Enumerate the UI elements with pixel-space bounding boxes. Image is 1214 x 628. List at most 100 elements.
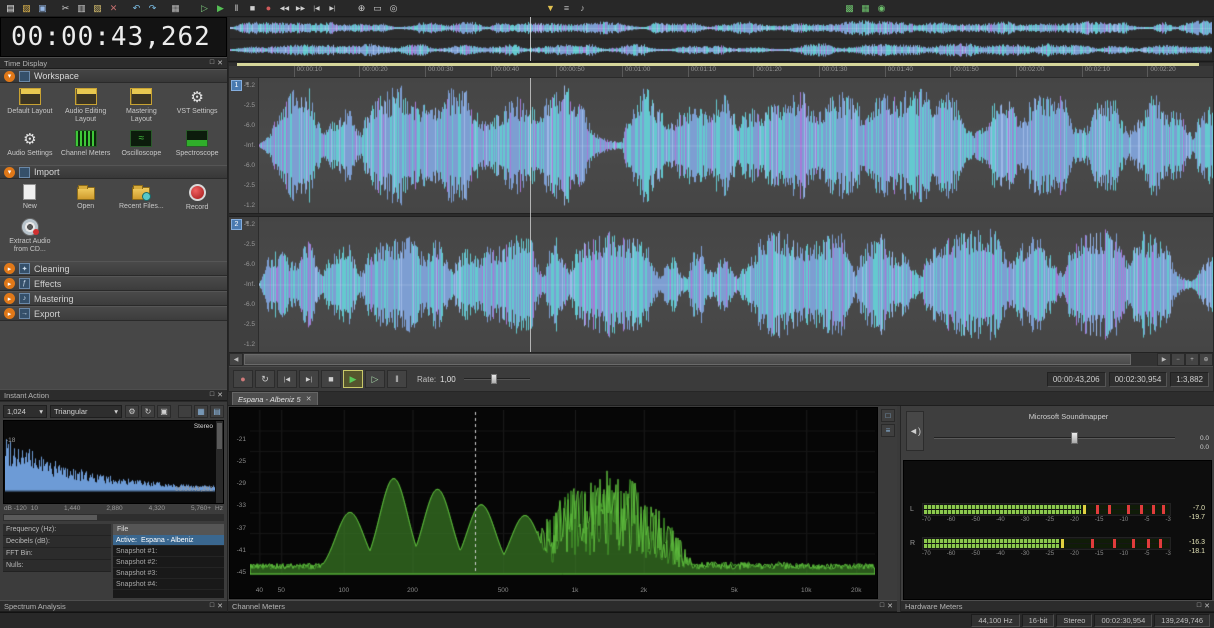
active-file-row[interactable]: Active: Espana - Albeniz bbox=[113, 535, 224, 546]
scroll-right-icon[interactable]: ▶ bbox=[1157, 353, 1171, 367]
channel-meters-caption[interactable]: Channel Meters □ ✕ bbox=[228, 600, 897, 612]
channel-1-db-ruler[interactable]: -1.2 -2.5 -6.0 -Inf. -6.0 -2.5 -1.2 bbox=[229, 78, 259, 214]
channel-drag-handle-icon[interactable]: ≡ bbox=[245, 220, 249, 227]
collapse-arrow-icon[interactable]: ▾ bbox=[4, 166, 15, 178]
explorer-section-bar[interactable]: ▸ ♪ Mastering bbox=[0, 291, 227, 306]
close-icon[interactable]: ✕ bbox=[1204, 602, 1210, 610]
import-item[interactable]: Record bbox=[169, 181, 225, 215]
spectrum-mini-display[interactable]: -18 Stereo 00:00:43,262 bbox=[3, 420, 224, 504]
snapshot-row[interactable]: Snapshot #4: bbox=[113, 579, 224, 590]
float-window-icon[interactable]: □ bbox=[210, 391, 214, 399]
close-icon[interactable]: ✕ bbox=[306, 395, 312, 403]
channel-drag-handle-icon[interactable]: ≡ bbox=[245, 81, 249, 88]
snapshot-row[interactable]: Snapshot #1: bbox=[113, 546, 224, 557]
close-icon[interactable]: ✕ bbox=[887, 602, 893, 610]
magnify-tool-icon[interactable]: ◎ bbox=[386, 1, 401, 16]
zoom-selection-icon[interactable]: ⊕ bbox=[1199, 353, 1213, 367]
workspace-item[interactable]: Spectroscope bbox=[169, 127, 225, 161]
play-all-button[interactable]: ▷ bbox=[365, 370, 385, 389]
hardware-meters-caption[interactable]: Hardware Meters □ ✕ bbox=[901, 600, 1214, 612]
play-button[interactable]: ▶ bbox=[343, 370, 363, 389]
channel-1-wave-area[interactable] bbox=[259, 78, 1213, 214]
workspace-item[interactable]: Default Layout bbox=[2, 85, 58, 127]
zoom-in-icon[interactable]: + bbox=[1185, 353, 1199, 367]
overview-waveform-top-canvas[interactable] bbox=[230, 18, 1212, 38]
playhead-cursor[interactable] bbox=[529, 78, 531, 353]
cut-icon[interactable]: ✂ bbox=[58, 1, 73, 16]
float-window-icon[interactable]: □ bbox=[880, 602, 884, 610]
channel-2-number-badge[interactable]: 2 bbox=[231, 219, 242, 231]
file-properties-icon[interactable]: ▦ bbox=[168, 1, 183, 16]
expand-arrow-icon[interactable]: ▸ bbox=[4, 293, 15, 304]
import-item[interactable]: Extract Audio from CD... bbox=[2, 215, 58, 257]
marker-icon[interactable]: ▼ bbox=[543, 1, 558, 16]
float-window-icon[interactable]: □ bbox=[1197, 602, 1201, 610]
open-folder-icon[interactable]: ▨ bbox=[19, 1, 34, 16]
fft-size-select[interactable]: 1,024 ▾ bbox=[3, 404, 47, 418]
go-to-start-icon[interactable]: |◀ bbox=[309, 1, 324, 16]
rate-slider-thumb[interactable] bbox=[491, 374, 498, 385]
document-tab[interactable]: Espana - Albeniz 5 ✕ bbox=[232, 392, 318, 405]
region-icon[interactable]: ≡ bbox=[559, 1, 574, 16]
spectrum-view-icon[interactable]: ▦ bbox=[858, 1, 873, 16]
workspace-item[interactable]: Oscilloscope bbox=[114, 127, 170, 161]
channel-1-number-badge[interactable]: 1 bbox=[231, 80, 242, 92]
settings-gear-icon[interactable]: ⚙ bbox=[125, 404, 139, 418]
go-to-start-button[interactable]: |◀ bbox=[277, 370, 297, 389]
workspace-item[interactable]: Audio Editing Layout bbox=[58, 85, 114, 127]
explorer-section-bar[interactable]: ▸ ƒ Effects bbox=[0, 276, 227, 291]
channel-meters-graph-canvas[interactable] bbox=[250, 410, 875, 586]
meter-style-bars-icon[interactable]: □ bbox=[881, 409, 895, 422]
workspace-item[interactable]: Audio Settings bbox=[2, 127, 58, 161]
copy-icon[interactable]: ▥ bbox=[74, 1, 89, 16]
scrollbar-track[interactable] bbox=[243, 353, 1157, 366]
stop-button[interactable]: ■ bbox=[321, 370, 341, 389]
delete-icon[interactable]: ✕ bbox=[106, 1, 121, 16]
paste-icon[interactable]: ▧ bbox=[90, 1, 105, 16]
list-view-icon[interactable]: ▤ bbox=[210, 404, 224, 418]
instant-action-caption[interactable]: Instant Action □ ✕ bbox=[0, 389, 227, 401]
time-display-caption[interactable]: Time Display □ ✕ bbox=[0, 57, 227, 69]
close-icon[interactable]: ✕ bbox=[217, 391, 223, 399]
go-to-end-button[interactable]: ▶| bbox=[299, 370, 319, 389]
script-icon[interactable]: ♪ bbox=[575, 1, 590, 16]
float-window-icon[interactable]: □ bbox=[210, 59, 214, 67]
overview-playhead-cursor[interactable] bbox=[529, 17, 531, 61]
workspace-item[interactable]: VST Settings bbox=[169, 85, 225, 127]
spectrum-analysis-caption[interactable]: Spectrum Analysis □ ✕ bbox=[0, 600, 227, 612]
scroll-left-icon[interactable]: ◀ bbox=[229, 353, 243, 367]
channel-1-waveform-canvas[interactable] bbox=[259, 78, 1213, 214]
snapshot-icon[interactable]: ▣ bbox=[157, 404, 171, 418]
spectrum-vertical-scrollbar[interactable] bbox=[216, 421, 223, 503]
import-item[interactable]: New bbox=[2, 181, 58, 215]
overview-strip[interactable] bbox=[228, 17, 1214, 62]
float-window-icon[interactable]: □ bbox=[210, 602, 214, 610]
new-file-icon[interactable]: ▤ bbox=[3, 1, 18, 16]
channel-2-waveform-canvas[interactable] bbox=[259, 217, 1213, 353]
speaker-icon[interactable]: ◄) bbox=[906, 411, 924, 451]
play-icon[interactable]: ▶ bbox=[213, 1, 228, 16]
rate-slider[interactable] bbox=[463, 374, 530, 385]
record-button[interactable]: ● bbox=[233, 370, 253, 389]
meters-view-icon[interactable]: ▩ bbox=[842, 1, 857, 16]
save-icon[interactable]: ▣ bbox=[35, 1, 50, 16]
snapshot-row[interactable]: Snapshot #2: bbox=[113, 557, 224, 568]
window-type-select[interactable]: Triangular ▾ bbox=[50, 404, 122, 418]
play-all-icon[interactable]: ▷ bbox=[197, 1, 212, 16]
import-section-header[interactable]: ▾ Import bbox=[0, 165, 227, 179]
phase-view-icon[interactable]: ◉ bbox=[874, 1, 889, 16]
channel-2-wave-area[interactable] bbox=[259, 217, 1213, 353]
pause-icon[interactable]: ‖ bbox=[229, 1, 244, 16]
meter-style-graph-icon[interactable]: ≡ bbox=[881, 424, 895, 437]
expand-arrow-icon[interactable]: ▸ bbox=[4, 263, 15, 274]
workspace-item[interactable]: Channel Meters bbox=[58, 127, 114, 161]
spectrum-horizontal-scrollbar[interactable] bbox=[3, 514, 224, 521]
gain-slider-thumb[interactable] bbox=[1070, 432, 1078, 444]
pause-button[interactable]: ‖ bbox=[387, 370, 407, 389]
scrollbar-thumb[interactable] bbox=[244, 354, 1131, 366]
expand-arrow-icon[interactable]: ▸ bbox=[4, 278, 15, 289]
explorer-section-bar[interactable]: ▸ → Export bbox=[0, 306, 227, 321]
redo-icon[interactable]: ↷ bbox=[145, 1, 160, 16]
explorer-section-bar[interactable]: ▸ ✦ Cleaning bbox=[0, 261, 227, 276]
loop-playback-button[interactable]: ↻ bbox=[255, 370, 275, 389]
